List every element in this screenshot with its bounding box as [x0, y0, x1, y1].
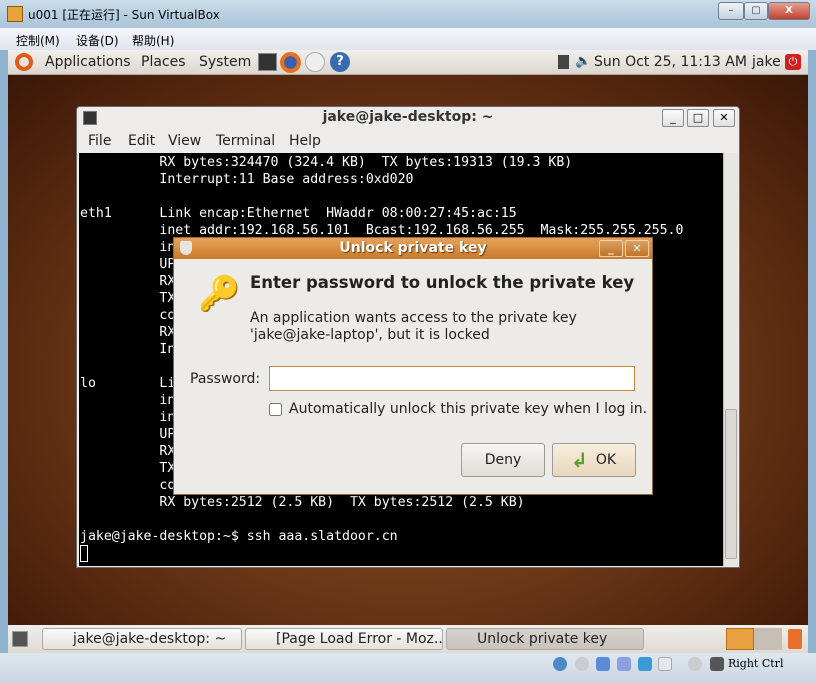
hard-disk-icon[interactable]: [553, 657, 567, 671]
terminal-line: Interrupt:11 Base address:0xd020: [80, 172, 414, 187]
usb-icon[interactable]: [617, 657, 631, 671]
terminal-line: RX bytes:324470 (324.4 KB) TX bytes:1931…: [80, 155, 573, 170]
terminal-line: RX bytes:2512 (2.5 KB) TX bytes:2512 (2.…: [80, 495, 525, 510]
power-icon[interactable]: ⏻: [785, 54, 801, 70]
cd-icon[interactable]: [575, 657, 589, 671]
menu-help[interactable]: 帮助(H): [132, 32, 174, 49]
menu-file[interactable]: File: [88, 133, 111, 149]
terminal-icon: [83, 111, 97, 125]
clock[interactable]: Sun Oct 25, 11:13 AM: [594, 54, 747, 70]
volume-icon[interactable]: 🔈: [575, 54, 591, 69]
menu-devices[interactable]: 设备(D): [76, 32, 119, 49]
vbox-statusbar: Right Ctrl: [0, 653, 816, 683]
password-input[interactable]: [269, 366, 635, 391]
user-name[interactable]: jake: [752, 54, 781, 70]
menu-edit[interactable]: Edit: [128, 133, 155, 149]
top-panel: Applications Places System ? 🔈 Sun Oct 2…: [8, 50, 808, 75]
trash-icon[interactable]: [788, 629, 802, 649]
terminal-close-button[interactable]: ✕: [713, 109, 735, 127]
terminal-scrollbar[interactable]: [723, 153, 738, 566]
password-label: Password:: [190, 371, 261, 387]
virtualization-icon[interactable]: [658, 657, 672, 671]
dialog-message: An application wants access to the priva…: [250, 310, 577, 343]
places-menu[interactable]: Places: [141, 54, 186, 70]
applications-menu[interactable]: Applications: [45, 54, 131, 70]
workspace-2[interactable]: [754, 628, 782, 650]
network-icon[interactable]: [558, 55, 569, 69]
taskbar-item-unlock[interactable]: Unlock private key: [446, 628, 644, 650]
firefox-icon[interactable]: [280, 52, 301, 73]
vbox-titlebar: u001 [正在运行] - Sun VirtualBox – ▢ X: [0, 0, 816, 28]
shared-folders-icon[interactable]: [638, 657, 652, 671]
host-key-label: Right Ctrl: [728, 657, 784, 670]
ok-label: OK: [595, 452, 617, 468]
ubuntu-logo-icon: [15, 53, 33, 71]
menu-terminal[interactable]: Terminal: [216, 133, 275, 149]
menu-view[interactable]: View: [168, 133, 201, 149]
unlock-dialog: Unlock private key _ ✕ 🔑 Enter password …: [173, 237, 653, 495]
bottom-panel: jake@jake-desktop: ~ [Page Load Error - …: [8, 625, 808, 653]
show-desktop-icon[interactable]: [12, 631, 28, 647]
mouse-integration-icon[interactable]: [688, 657, 702, 671]
deny-button[interactable]: Deny: [461, 443, 545, 477]
taskbar-item-firefox[interactable]: [Page Load Error - Moz...: [245, 628, 443, 650]
help-icon[interactable]: ?: [330, 52, 350, 72]
terminal-title: jake@jake-desktop: ~: [322, 109, 494, 125]
scrollbar-thumb[interactable]: [725, 409, 737, 559]
dialog-title: Unlock private key: [174, 238, 652, 259]
close-button[interactable]: X: [768, 2, 810, 20]
terminal-minimize-button[interactable]: _: [662, 109, 684, 127]
window-title: u001 [正在运行] - Sun VirtualBox: [28, 8, 220, 22]
maximize-button[interactable]: ▢: [744, 2, 768, 20]
dialog-close-button[interactable]: ✕: [625, 240, 649, 257]
workspace-1[interactable]: [726, 628, 754, 650]
terminal-line: jake@jake-desktop:~$ ssh aaa.slatdoor.cn: [80, 529, 398, 544]
dialog-minimize-button[interactable]: _: [599, 240, 623, 257]
vbox-menubar: 控制(M) 设备(D) 帮助(H): [0, 28, 816, 50]
ok-button[interactable]: ↲ OK: [552, 443, 636, 477]
menu-help[interactable]: Help: [289, 133, 321, 149]
auto-unlock-checkbox[interactable]: [269, 403, 282, 416]
shield-icon: [180, 241, 192, 255]
dialog-heading: Enter password to unlock the private key: [250, 273, 635, 292]
system-menu[interactable]: System: [199, 54, 251, 70]
auto-unlock-label[interactable]: Automatically unlock this private key wh…: [289, 401, 647, 417]
terminal-launcher-icon[interactable]: [258, 53, 277, 71]
minimize-button[interactable]: –: [718, 2, 744, 20]
terminal-line: eth1 Link encap:Ethernet HWaddr 08:00:27…: [80, 206, 517, 221]
terminal-maximize-button[interactable]: □: [687, 109, 709, 127]
mail-icon[interactable]: [305, 52, 325, 72]
virtualbox-icon: [7, 6, 23, 22]
terminal-cursor: [80, 545, 88, 562]
taskbar-item-terminal[interactable]: jake@jake-desktop: ~: [42, 628, 242, 650]
keys-icon: 🔑: [198, 274, 241, 314]
keyboard-capture-icon[interactable]: [710, 657, 724, 671]
network-adapter-icon[interactable]: [596, 657, 610, 671]
enter-arrow-icon: ↲: [571, 448, 588, 472]
menu-control[interactable]: 控制(M): [16, 32, 60, 49]
